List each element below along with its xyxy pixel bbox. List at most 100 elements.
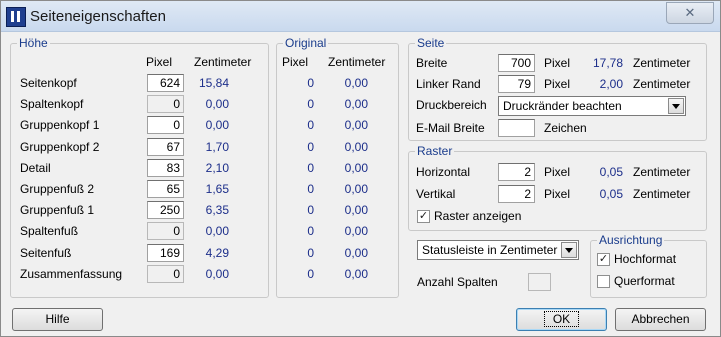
druckbereich-select[interactable]: Druckränder beachten (498, 96, 686, 116)
title-bar[interactable]: Seiteneigenschaften ✕ (1, 1, 720, 32)
original-row-pixel: 0 (307, 203, 314, 217)
original-row-pixel: 0 (307, 182, 314, 196)
horizontal-cm: 0,05 (599, 165, 623, 179)
breite-input[interactable]: 700 (498, 54, 535, 72)
linker-rand-unit: Pixel (544, 77, 571, 91)
breite-cm: 17,78 (592, 56, 623, 70)
querformat-checkbox[interactable] (597, 275, 610, 288)
linker-rand-input[interactable]: 79 (498, 75, 535, 93)
hoehe-row-cm: 0,00 (205, 118, 229, 132)
hoehe-row-label: Gruppenfuß 2 (20, 182, 95, 196)
page-properties-dialog: Seiteneigenschaften ✕ Höhe Pixel Zentime… (0, 0, 721, 337)
horizontal-unit: Pixel (544, 165, 571, 179)
linker-rand-label: Linker Rand (416, 77, 481, 91)
original-col-pixel: Pixel (282, 55, 309, 69)
hoehe-row-cm: 1,70 (205, 140, 229, 154)
original-row-cm: 0,00 (344, 267, 368, 281)
original-group-title: Original (283, 36, 329, 50)
querformat-label[interactable]: Querformat (614, 274, 675, 288)
raster-anzeigen-checkbox[interactable]: ✓ (417, 210, 430, 223)
anzahl-spalten-input[interactable] (528, 273, 551, 291)
hoehe-row-cm: 0,00 (205, 267, 229, 281)
vertikal-cm-unit: Zentimeter (633, 187, 691, 201)
hoehe-row-label: Seitenfuß (20, 246, 72, 260)
vertikal-cm: 0,05 (599, 187, 623, 201)
original-row-pixel: 0 (307, 76, 314, 90)
hochformat-checkbox[interactable]: ✓ (597, 253, 610, 266)
statusleiste-value: Statusleiste in Zentimeter (422, 243, 558, 257)
email-breite-input[interactable] (498, 119, 535, 137)
hoehe-row-cm: 15,84 (198, 76, 229, 90)
druckbereich-label: Druckbereich (416, 98, 487, 112)
hoehe-row-pixel-input[interactable]: 83 (147, 159, 184, 177)
original-row-pixel: 0 (307, 246, 314, 260)
original-row-pixel: 0 (307, 224, 314, 238)
horizontal-cm-unit: Zentimeter (633, 165, 691, 179)
ok-button[interactable]: OK (516, 308, 607, 331)
hoehe-row-pixel-input[interactable]: 624 (147, 74, 184, 92)
hoehe-col-pixel: Pixel (146, 55, 173, 69)
hoehe-row-cm: 4,29 (205, 246, 229, 260)
hoehe-row-pixel-input[interactable]: 67 (147, 138, 184, 156)
original-row-pixel: 0 (307, 140, 314, 154)
hoehe-row-cm: 6,35 (205, 203, 229, 217)
hoehe-row-label: Gruppenkopf 1 (20, 118, 100, 132)
email-breite-label: E-Mail Breite (416, 121, 485, 135)
hoehe-row-cm: 1,65 (205, 182, 229, 196)
original-row-cm: 0,00 (344, 118, 368, 132)
horizontal-input[interactable]: 2 (498, 163, 535, 181)
hoehe-row-label: Spaltenfuß (20, 224, 79, 238)
linker-rand-cm-unit: Zentimeter (633, 77, 691, 91)
statusleiste-select[interactable]: Statusleiste in Zentimeter (417, 240, 579, 260)
original-row-cm: 0,00 (344, 182, 368, 196)
hoehe-group-title: Höhe (17, 36, 50, 50)
chevron-down-icon[interactable] (668, 98, 684, 114)
hoehe-row-label: Detail (20, 161, 51, 175)
window-title: Seiteneigenschaften (30, 8, 166, 25)
hoehe-row-label: Zusammenfassung (20, 267, 123, 281)
hoehe-row-pixel-input[interactable]: 250 (147, 201, 184, 219)
hoehe-row-pixel-input[interactable]: 0 (147, 265, 184, 283)
original-row-cm: 0,00 (344, 246, 368, 260)
hoehe-col-cm: Zentimeter (194, 55, 252, 69)
breite-cm-unit: Zentimeter (633, 56, 691, 70)
ausrichtung-group-title: Ausrichtung (597, 233, 665, 247)
hoehe-row-pixel-input[interactable]: 169 (147, 244, 184, 262)
hilfe-button[interactable]: Hilfe (12, 308, 103, 331)
original-row-pixel: 0 (307, 267, 314, 281)
hoehe-row-pixel-input[interactable]: 0 (147, 222, 184, 240)
hochformat-label[interactable]: Hochformat (614, 252, 676, 266)
horizontal-label: Horizontal (416, 165, 471, 179)
original-row-pixel: 0 (307, 161, 314, 175)
vertikal-label: Vertikal (416, 187, 456, 201)
close-button[interactable]: ✕ (666, 2, 714, 24)
hoehe-row-label: Spaltenkopf (20, 97, 84, 111)
hoehe-row-pixel-input[interactable]: 0 (147, 116, 184, 134)
original-row-cm: 0,00 (344, 76, 368, 90)
original-col-cm: Zentimeter (328, 55, 386, 69)
raster-group-title: Raster (415, 144, 455, 158)
vertikal-unit: Pixel (544, 187, 571, 201)
raster-anzeigen-label[interactable]: Raster anzeigen (434, 209, 521, 223)
chevron-down-icon[interactable] (561, 242, 577, 258)
abbrechen-button[interactable]: Abbrechen (615, 308, 706, 331)
druckbereich-value: Druckränder beachten (503, 99, 622, 113)
hoehe-row-pixel-input[interactable]: 65 (147, 180, 184, 198)
linker-rand-cm: 2,00 (599, 77, 623, 91)
original-row-pixel: 0 (307, 118, 314, 132)
hoehe-row-label: Seitenkopf (20, 76, 77, 90)
original-row-cm: 0,00 (344, 161, 368, 175)
breite-unit: Pixel (544, 56, 571, 70)
app-logo-icon (6, 7, 26, 27)
original-row-cm: 0,00 (344, 97, 368, 111)
email-breite-unit: Zeichen (544, 121, 587, 135)
seite-group-title: Seite (415, 36, 447, 50)
ausrichtung-group: Ausrichtung (590, 233, 707, 298)
vertikal-input[interactable]: 2 (498, 185, 535, 203)
hoehe-row-label: Gruppenkopf 2 (20, 140, 100, 154)
original-row-cm: 0,00 (344, 140, 368, 154)
hoehe-row-pixel-input[interactable]: 0 (147, 95, 184, 113)
original-row-cm: 0,00 (344, 224, 368, 238)
hoehe-row-cm: 0,00 (205, 97, 229, 111)
ok-button-label: OK (543, 311, 580, 327)
